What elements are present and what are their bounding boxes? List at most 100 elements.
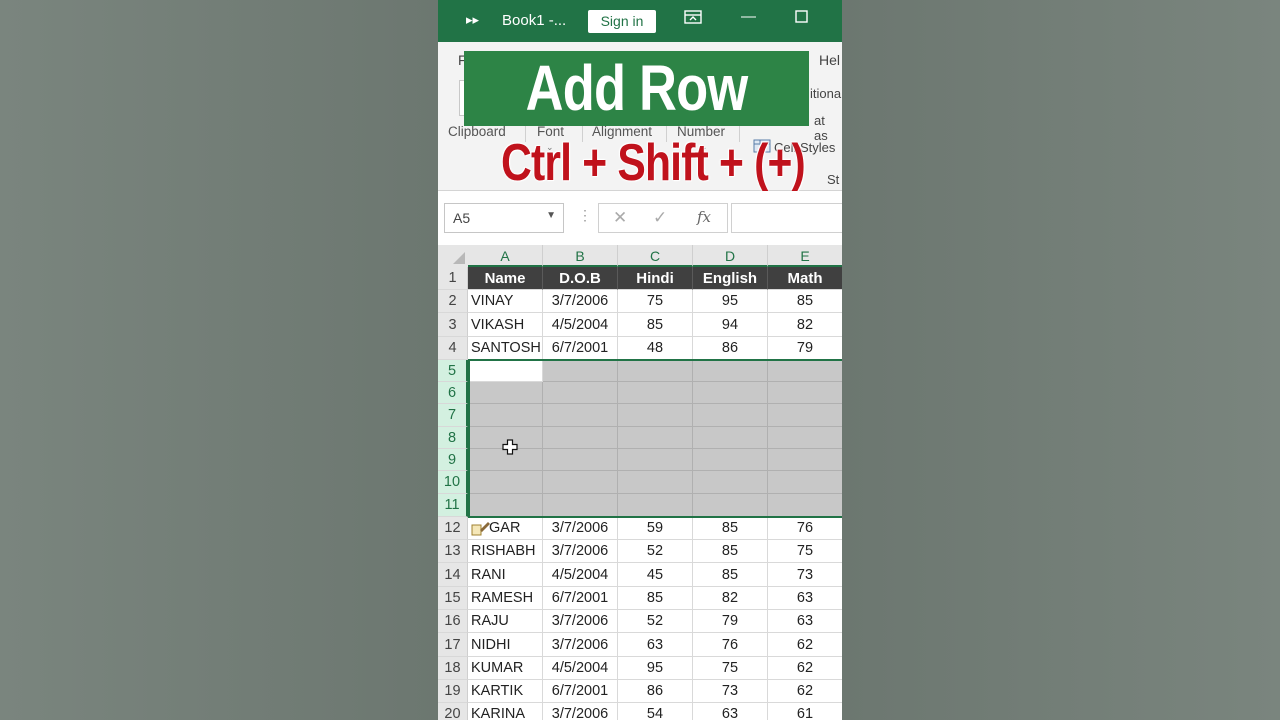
cell-b3[interactable]: 4/5/2004 <box>543 313 618 337</box>
cell-d18[interactable]: 75 <box>693 657 768 680</box>
column-title-cell[interactable]: Hindi <box>618 267 693 290</box>
cell-d3[interactable]: 94 <box>693 313 768 337</box>
cell-c5[interactable] <box>618 360 693 382</box>
cell-b2[interactable]: 3/7/2006 <box>543 290 618 313</box>
column-header-d[interactable]: D <box>693 245 768 267</box>
cell-b15[interactable]: 6/7/2001 <box>543 587 618 610</box>
cell-b5[interactable] <box>543 360 618 382</box>
row-header-1[interactable]: 1 <box>438 267 468 290</box>
cell-a5[interactable] <box>468 360 543 382</box>
cell-d13[interactable]: 85 <box>693 540 768 563</box>
row-header-19[interactable]: 19 <box>438 680 468 703</box>
cell-a7[interactable] <box>468 404 543 427</box>
cell-c17[interactable]: 63 <box>618 633 693 657</box>
cell-b19[interactable]: 6/7/2001 <box>543 680 618 703</box>
cell-e3[interactable]: 82 <box>768 313 842 337</box>
cell-b9[interactable] <box>543 449 618 471</box>
minimize-icon[interactable]: — <box>741 8 756 25</box>
cell-c4[interactable]: 48 <box>618 337 693 360</box>
cell-d12[interactable]: 85 <box>693 517 768 540</box>
cell-b4[interactable]: 6/7/2001 <box>543 337 618 360</box>
cell-b13[interactable]: 3/7/2006 <box>543 540 618 563</box>
cell-e11[interactable] <box>768 494 842 517</box>
cell-c3[interactable]: 85 <box>618 313 693 337</box>
row-header-14[interactable]: 14 <box>438 563 468 587</box>
cell-e5[interactable] <box>768 360 842 382</box>
cell-d20[interactable]: 63 <box>693 703 768 720</box>
cell-d7[interactable] <box>693 404 768 427</box>
cell-a18[interactable]: KUMAR <box>468 657 543 680</box>
row-header-3[interactable]: 3 <box>438 313 468 337</box>
column-header-a[interactable]: A <box>468 245 543 267</box>
cell-a4[interactable]: SANTOSH <box>468 337 543 360</box>
cell-a10[interactable] <box>468 471 543 494</box>
cell-d2[interactable]: 95 <box>693 290 768 313</box>
cell-e12[interactable]: 76 <box>768 517 842 540</box>
cell-c20[interactable]: 54 <box>618 703 693 720</box>
cell-e14[interactable]: 73 <box>768 563 842 587</box>
cell-d6[interactable] <box>693 382 768 404</box>
cell-c15[interactable]: 85 <box>618 587 693 610</box>
chevron-down-icon[interactable]: ▼ <box>546 210 556 221</box>
row-header-2[interactable]: 2 <box>438 290 468 313</box>
cell-c12[interactable]: 59 <box>618 517 693 540</box>
cell-b17[interactable]: 3/7/2006 <box>543 633 618 657</box>
cell-c18[interactable]: 95 <box>618 657 693 680</box>
cell-c6[interactable] <box>618 382 693 404</box>
cell-a11[interactable] <box>468 494 543 517</box>
row-header-6[interactable]: 6 <box>438 382 468 404</box>
expand-arrows-icon[interactable]: ▸▸ <box>466 12 479 28</box>
cell-c8[interactable] <box>618 427 693 449</box>
select-all-button[interactable] <box>438 245 469 268</box>
column-title-cell[interactable]: D.O.B <box>543 267 618 290</box>
column-header-e[interactable]: E <box>768 245 842 267</box>
cell-c2[interactable]: 75 <box>618 290 693 313</box>
cell-e13[interactable]: 75 <box>768 540 842 563</box>
cell-e10[interactable] <box>768 471 842 494</box>
row-header-7[interactable]: 7 <box>438 404 468 427</box>
cell-e16[interactable]: 63 <box>768 610 842 633</box>
cell-a16[interactable]: RAJU <box>468 610 543 633</box>
sign-in-button[interactable]: Sign in <box>588 10 656 33</box>
cell-a6[interactable] <box>468 382 543 404</box>
cell-e17[interactable]: 62 <box>768 633 842 657</box>
cell-b8[interactable] <box>543 427 618 449</box>
cell-a2[interactable]: VINAY <box>468 290 543 313</box>
cell-d14[interactable]: 85 <box>693 563 768 587</box>
formula-input[interactable] <box>731 203 842 233</box>
row-header-13[interactable]: 13 <box>438 540 468 563</box>
cell-c14[interactable]: 45 <box>618 563 693 587</box>
row-header-15[interactable]: 15 <box>438 587 468 610</box>
cell-d16[interactable]: 79 <box>693 610 768 633</box>
row-header-18[interactable]: 18 <box>438 657 468 680</box>
cell-e6[interactable] <box>768 382 842 404</box>
cell-b16[interactable]: 3/7/2006 <box>543 610 618 633</box>
row-header-10[interactable]: 10 <box>438 471 468 494</box>
cell-a17[interactable]: NIDHI <box>468 633 543 657</box>
cell-c11[interactable] <box>618 494 693 517</box>
cell-d11[interactable] <box>693 494 768 517</box>
maximize-icon[interactable] <box>795 10 808 27</box>
cell-e2[interactable]: 85 <box>768 290 842 313</box>
cell-b14[interactable]: 4/5/2004 <box>543 563 618 587</box>
cell-e4[interactable]: 79 <box>768 337 842 360</box>
cell-e18[interactable]: 62 <box>768 657 842 680</box>
column-title-cell[interactable]: English <box>693 267 768 290</box>
cell-c10[interactable] <box>618 471 693 494</box>
row-header-12[interactable]: 12 <box>438 517 468 540</box>
worksheet-grid[interactable]: A B C D E 1 Name D.O.B Hindi English Math 2 VINAY 3/7… <box>438 245 842 720</box>
cell-e7[interactable] <box>768 404 842 427</box>
cell-d5[interactable] <box>693 360 768 382</box>
cell-e19[interactable]: 62 <box>768 680 842 703</box>
cell-a3[interactable]: VIKASH <box>468 313 543 337</box>
cell-b18[interactable]: 4/5/2004 <box>543 657 618 680</box>
more-options-icon[interactable]: ⋮ <box>578 207 592 224</box>
cell-e15[interactable]: 63 <box>768 587 842 610</box>
cell-c7[interactable] <box>618 404 693 427</box>
row-header-5[interactable]: 5 <box>438 360 468 382</box>
cell-b6[interactable] <box>543 382 618 404</box>
cell-b7[interactable] <box>543 404 618 427</box>
cell-a15[interactable]: RAMESH <box>468 587 543 610</box>
cell-b20[interactable]: 3/7/2006 <box>543 703 618 720</box>
cell-c9[interactable] <box>618 449 693 471</box>
